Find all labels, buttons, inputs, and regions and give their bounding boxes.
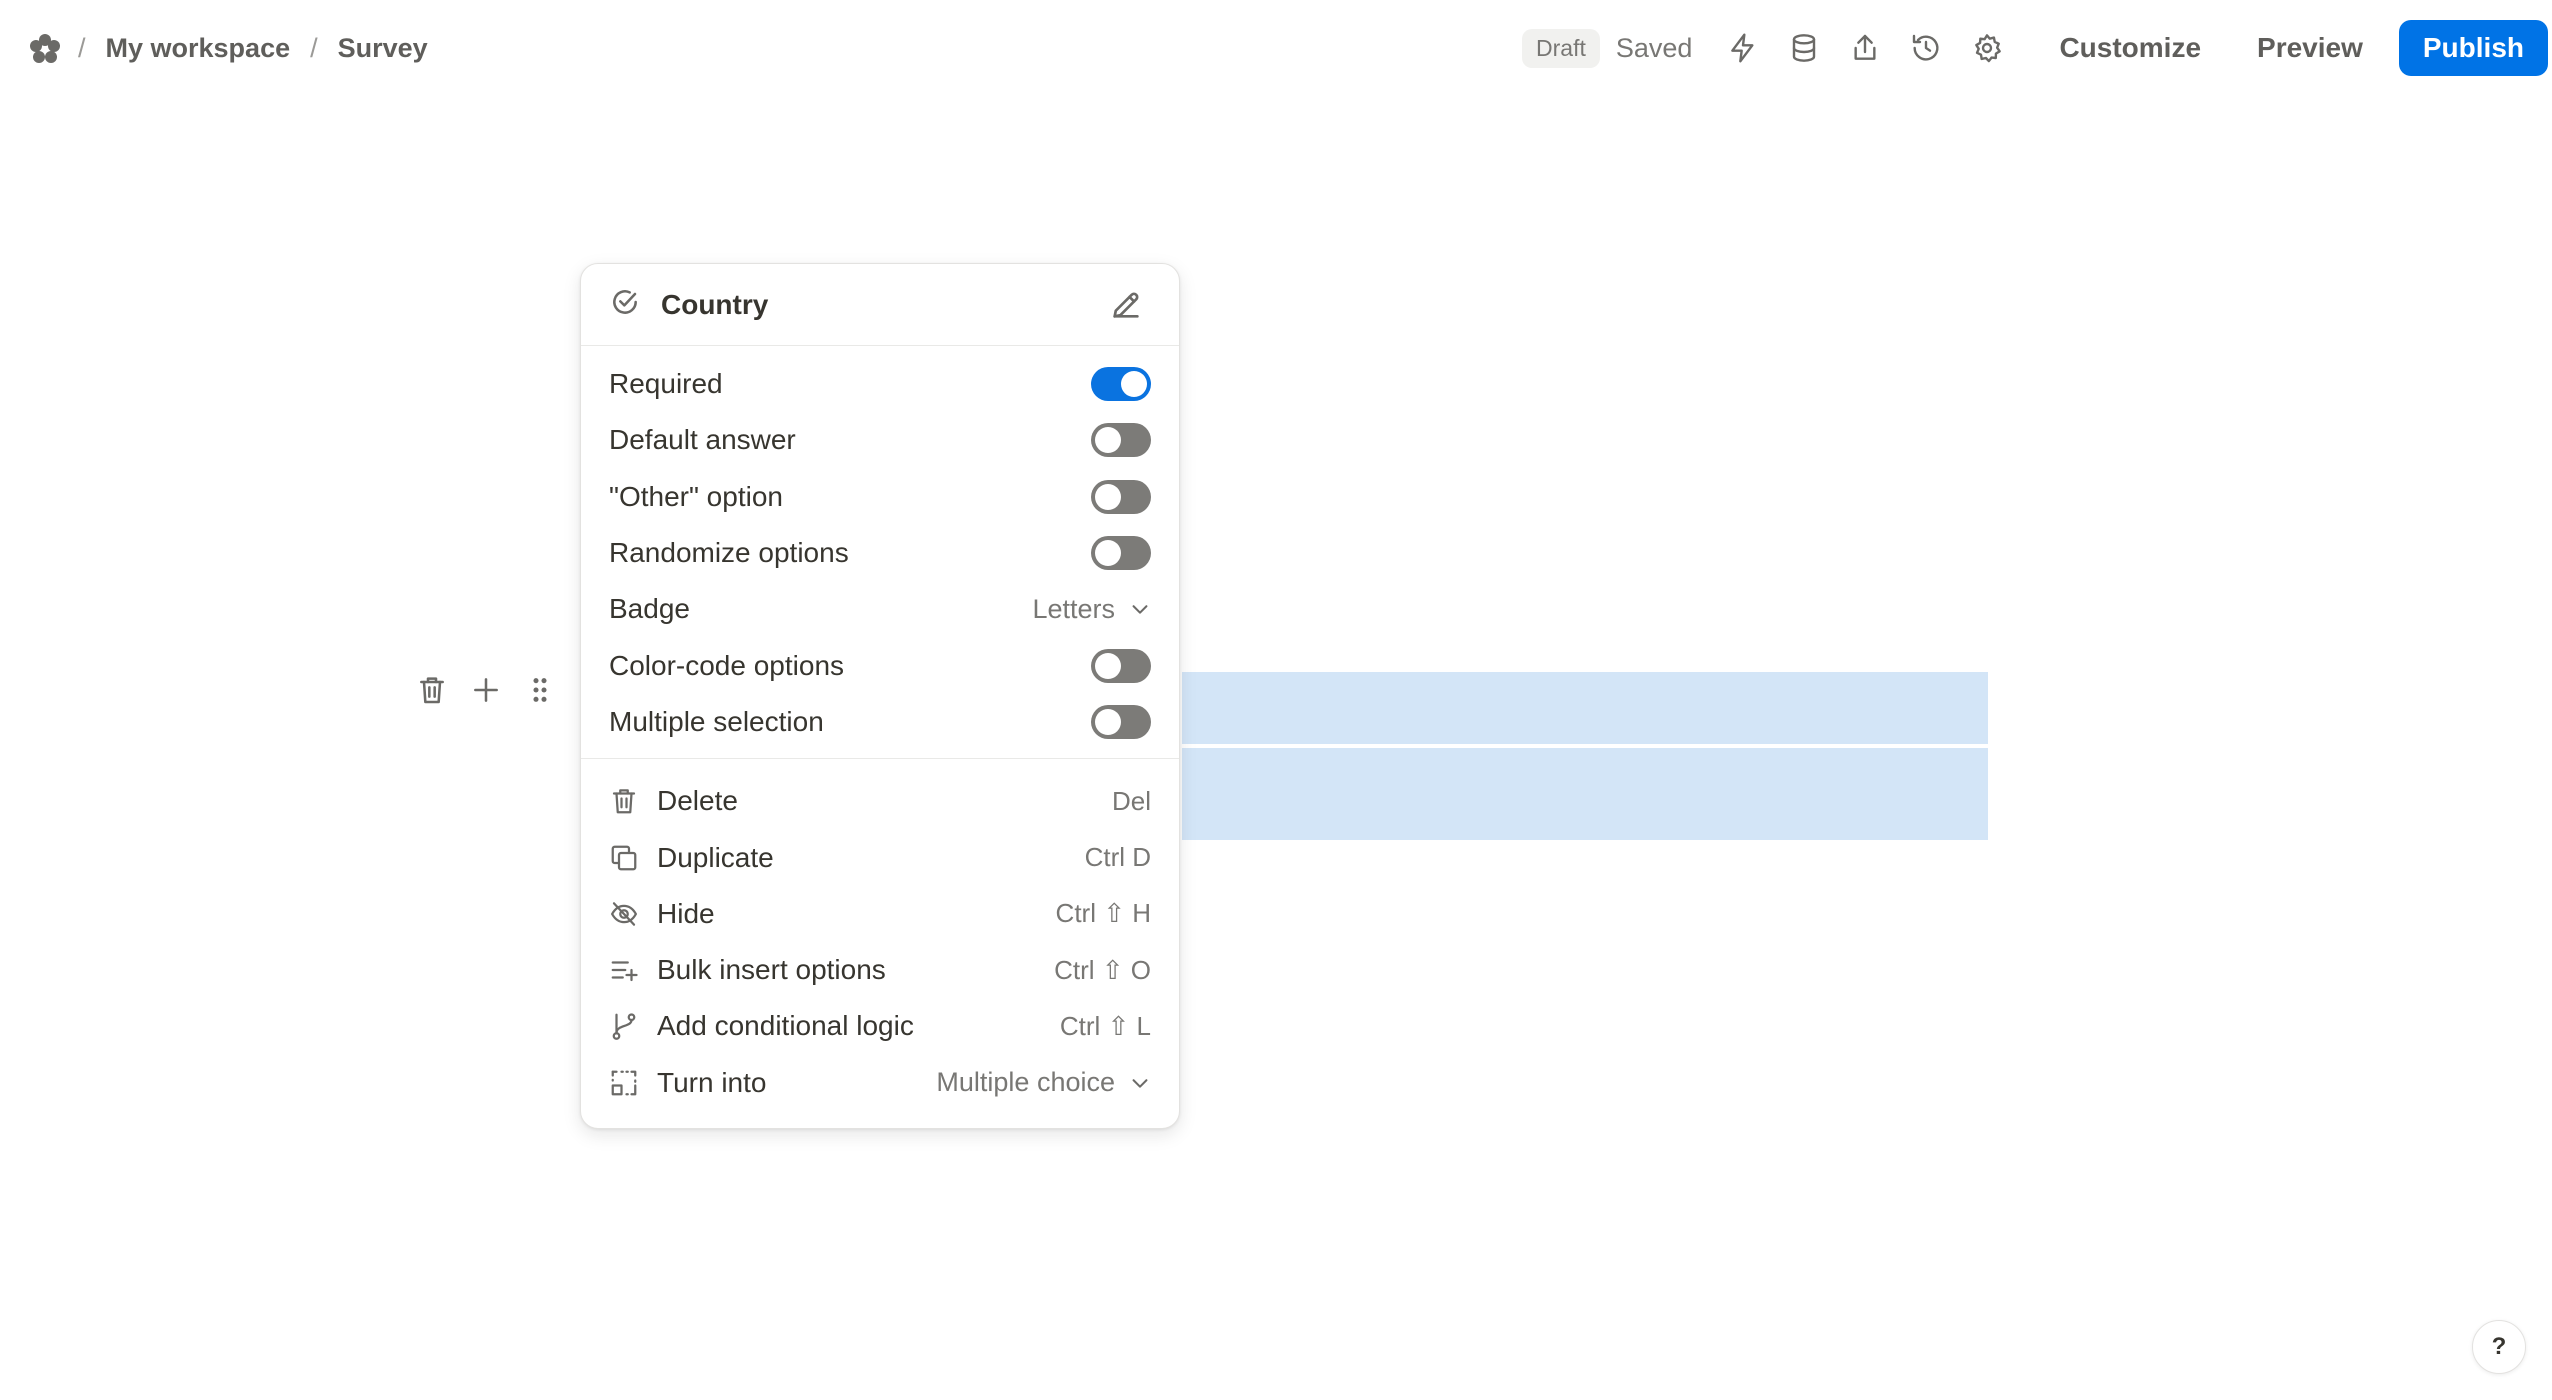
share-icon[interactable] [1848, 31, 1882, 65]
shortcut-hint: Del [1111, 785, 1151, 816]
action-conditional-logic[interactable]: Add conditional logic Ctrl ⇧ L [581, 998, 1179, 1054]
breadcrumb-workspace[interactable]: My workspace [106, 33, 291, 64]
action-label: Delete [657, 785, 738, 817]
action-label: Add conditional logic [657, 1010, 914, 1042]
breadcrumb-separator: / [310, 32, 318, 63]
turn-into-select[interactable]: Multiple choice [936, 1067, 1151, 1098]
setting-label: Randomize options [609, 537, 849, 569]
setting-default-answer[interactable]: Default answer [581, 412, 1179, 468]
menu-header: Country [581, 264, 1179, 346]
drag-handle-icon[interactable] [522, 672, 558, 708]
action-bulk-insert[interactable]: Bulk insert options Ctrl ⇧ O [581, 942, 1179, 998]
setting-label: Default answer [609, 424, 796, 456]
setting-badge[interactable]: Badge Letters [581, 581, 1179, 637]
block-settings-menu: Country Required Default answer "Other" … [580, 263, 1180, 1129]
action-label: Turn into [657, 1066, 767, 1098]
lightning-icon[interactable] [1726, 31, 1760, 65]
trash-icon [609, 785, 641, 817]
turn-into-value: Multiple choice [936, 1067, 1115, 1098]
history-icon[interactable] [1909, 31, 1943, 65]
badge-select-value: Letters [1032, 593, 1115, 624]
settings-section: Required Default answer "Other" option R… [581, 346, 1179, 760]
workspace-logo-icon[interactable] [28, 32, 62, 66]
publish-button[interactable]: Publish [2398, 20, 2548, 76]
setting-label: "Other" option [609, 480, 783, 512]
shortcut-hint: Ctrl ⇧ O [1054, 954, 1151, 985]
selected-block-highlight[interactable] [1182, 672, 1988, 744]
setting-randomize-options[interactable]: Randomize options [581, 525, 1179, 581]
check-circle-icon [609, 286, 641, 323]
breadcrumb-page[interactable]: Survey [338, 33, 428, 64]
required-toggle[interactable] [1091, 367, 1151, 402]
duplicate-icon [609, 842, 641, 874]
database-icon[interactable] [1787, 31, 1821, 65]
actions-section: Delete Del Duplicate Ctrl D Hide Ctrl ⇧ … [581, 759, 1179, 1111]
status-badge: Draft [1522, 28, 1600, 68]
action-label: Hide [657, 897, 715, 929]
setting-color-code-options[interactable]: Color-code options [581, 637, 1179, 693]
eye-off-icon [609, 898, 641, 930]
bulk-insert-icon [609, 954, 641, 986]
color-code-options-toggle[interactable] [1091, 648, 1151, 683]
shortcut-hint: Ctrl ⇧ H [1055, 898, 1151, 929]
setting-label: Multiple selection [609, 705, 824, 737]
customize-button[interactable]: Customize [2031, 20, 2229, 76]
plus-icon[interactable] [468, 672, 504, 708]
save-status: Saved [1615, 32, 1693, 63]
question-title: Country [661, 288, 769, 320]
setting-multiple-selection[interactable]: Multiple selection [581, 694, 1179, 750]
settings-gear-icon[interactable] [1970, 31, 2004, 65]
breadcrumb-separator: / [78, 32, 86, 63]
trash-icon[interactable] [414, 672, 450, 708]
preview-button[interactable]: Preview [2229, 20, 2391, 76]
setting-label: Badge [609, 593, 690, 625]
other-option-toggle[interactable] [1091, 479, 1151, 514]
action-delete[interactable]: Delete Del [581, 773, 1179, 829]
action-hide[interactable]: Hide Ctrl ⇧ H [581, 886, 1179, 942]
chevron-down-icon [1132, 605, 1148, 615]
breadcrumb: / My workspace / Survey [78, 28, 428, 68]
setting-label: Required [609, 368, 723, 400]
action-duplicate[interactable]: Duplicate Ctrl D [581, 829, 1179, 885]
action-turn-into[interactable]: Turn into Multiple choice [581, 1055, 1179, 1111]
block-controls [414, 672, 558, 708]
help-button[interactable]: ? [2472, 1320, 2526, 1374]
default-answer-toggle[interactable] [1091, 423, 1151, 458]
chevron-down-icon [1132, 1078, 1148, 1088]
turn-into-icon [609, 1067, 641, 1099]
shortcut-hint: Ctrl ⇧ L [1059, 1010, 1151, 1041]
action-label: Duplicate [657, 841, 774, 873]
randomize-options-toggle[interactable] [1091, 536, 1151, 571]
setting-other-option[interactable]: "Other" option [581, 469, 1179, 525]
top-bar: / My workspace / Survey Draft Saved Cust… [0, 0, 2552, 100]
multiple-selection-toggle[interactable] [1091, 704, 1151, 739]
header-toolbar: Draft Saved Customize Preview Publish [1522, 20, 2552, 76]
setting-required[interactable]: Required [581, 356, 1179, 412]
badge-select[interactable]: Letters [1032, 594, 1151, 625]
pencil-icon[interactable] [1109, 288, 1145, 324]
action-label: Bulk insert options [657, 954, 886, 986]
setting-label: Color-code options [609, 649, 845, 681]
branch-icon [609, 1010, 641, 1042]
shortcut-hint: Ctrl D [1084, 842, 1151, 873]
selected-block-highlight[interactable] [1182, 748, 1988, 840]
